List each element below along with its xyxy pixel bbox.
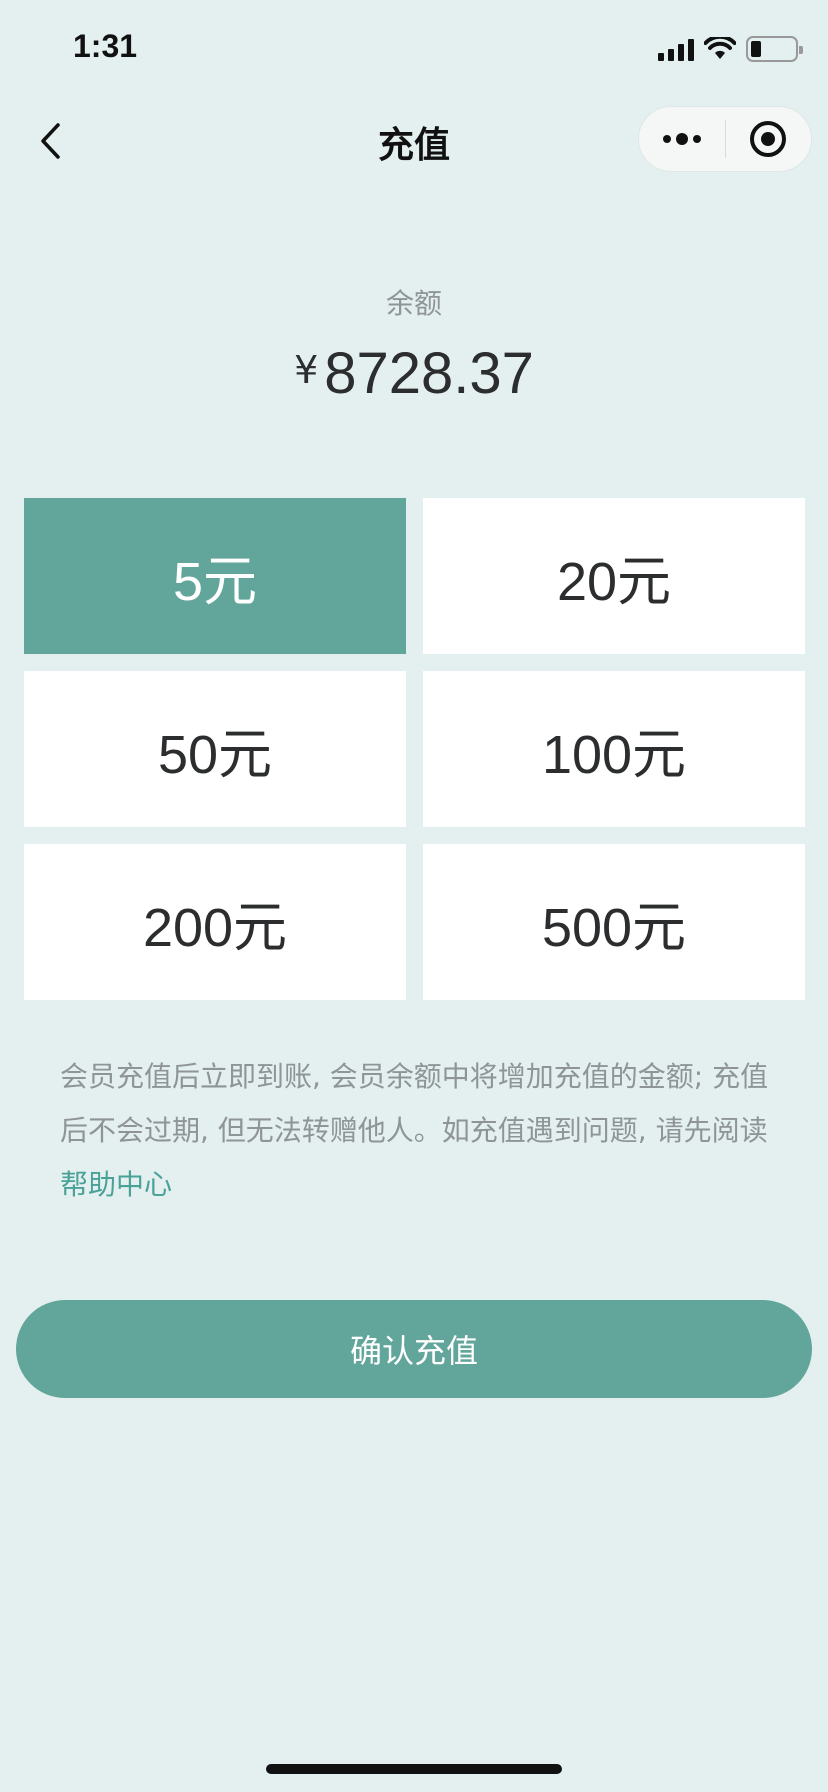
notice-text: 会员充值后立即到账, 会员余额中将增加充值的金额; 充值后不会过期, 但无法转赠…: [60, 1060, 769, 1147]
home-indicator: [266, 1764, 562, 1774]
option-20[interactable]: 20元: [423, 498, 805, 654]
wifi-icon: [704, 37, 736, 59]
option-100[interactable]: 100元: [423, 671, 805, 827]
help-center-link[interactable]: 帮助中心: [60, 1168, 172, 1201]
target-circle-icon: [750, 121, 787, 157]
balance-value: 8728.37: [324, 341, 534, 406]
more-button[interactable]: [639, 107, 725, 171]
signal-icon: [658, 37, 694, 61]
confirm-recharge-button[interactable]: 确认充值: [16, 1300, 812, 1398]
recharge-options: 5元 20元 50元 100元 200元 500元: [24, 498, 805, 1000]
status-time: 1:31: [73, 28, 138, 64]
option-50[interactable]: 50元: [24, 671, 406, 827]
close-button[interactable]: [726, 107, 812, 171]
option-200[interactable]: 200元: [24, 844, 406, 1000]
recharge-page: 1:31 充值 余额 ¥8728.37 5元 20元 50元 100元 200元…: [0, 0, 828, 1792]
recharge-notice: 会员充值后立即到账, 会员余额中将增加充值的金额; 充值后不会过期, 但无法转赠…: [60, 1050, 770, 1212]
more-dots-icon: [662, 133, 701, 145]
balance-amount: ¥8728.37: [0, 340, 828, 407]
option-5[interactable]: 5元: [24, 498, 406, 654]
option-500[interactable]: 500元: [423, 844, 805, 1000]
balance-label: 余额: [385, 287, 442, 320]
battery-icon: [746, 36, 803, 62]
status-icons: [658, 34, 803, 64]
mini-program-capsule: [638, 106, 812, 172]
currency-symbol: ¥: [294, 348, 319, 392]
